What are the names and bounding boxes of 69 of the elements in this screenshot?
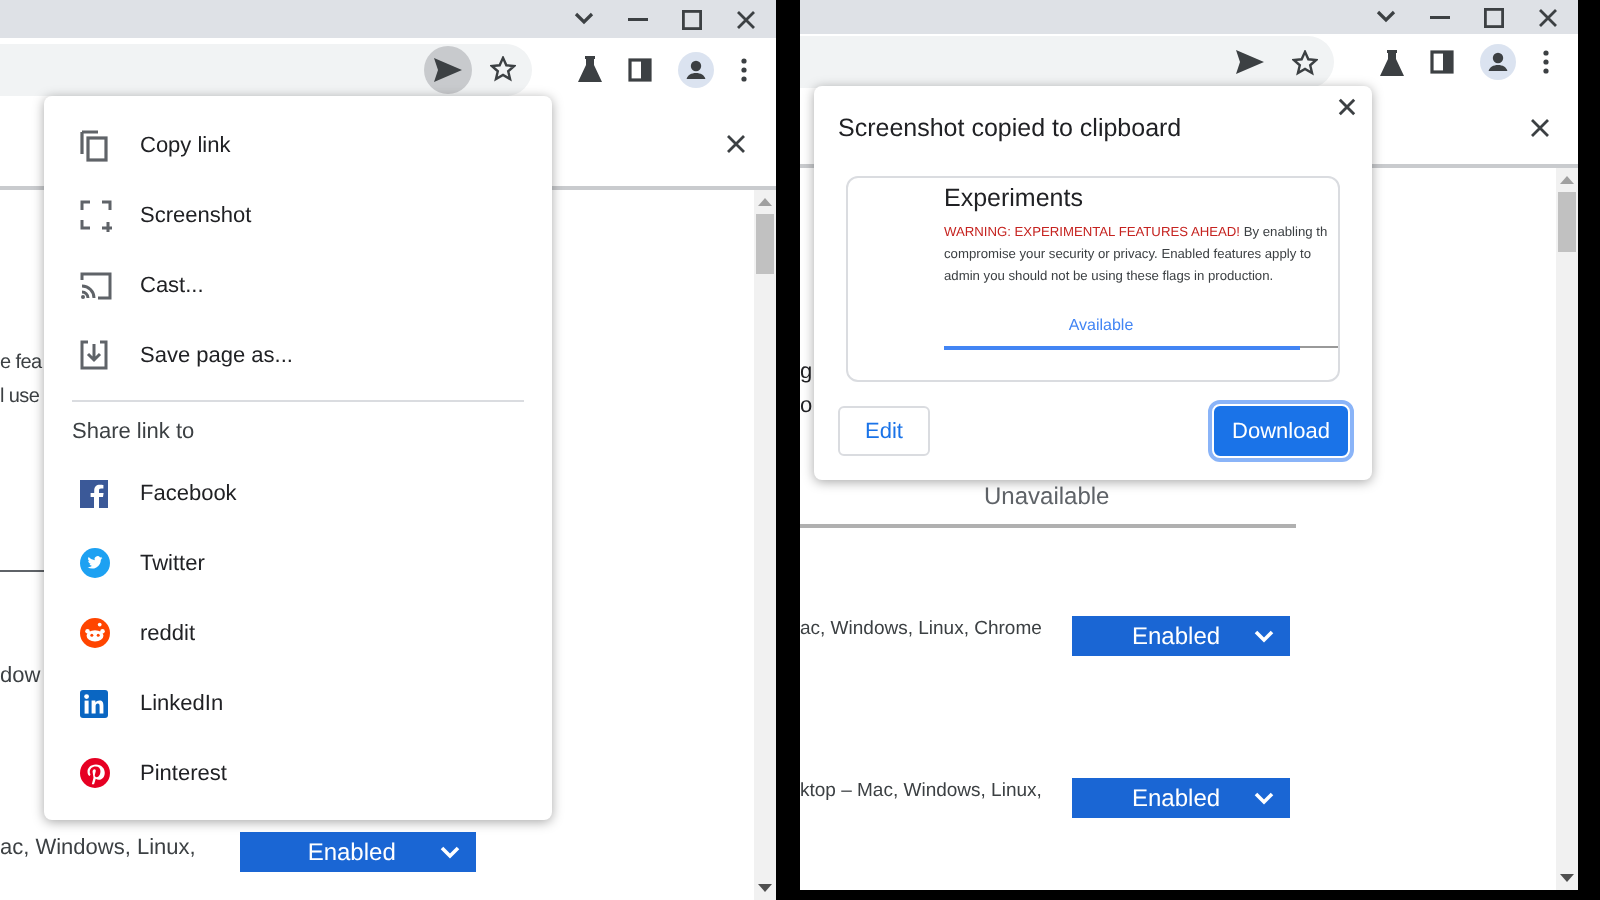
menu-item[interactable]: Twitter (44, 528, 552, 598)
menu-item[interactable]: Cast... (44, 250, 552, 320)
description-text: ac, Windows, Linux, Chrome (800, 616, 1044, 644)
menu-item[interactable]: Facebook (44, 458, 552, 528)
send-icon (1236, 50, 1264, 74)
menu-item[interactable]: Save page as... (44, 320, 552, 390)
download-button[interactable]: Download (1214, 406, 1348, 456)
flask-icon[interactable] (1380, 49, 1404, 75)
minimize-icon[interactable] (1430, 15, 1450, 19)
description-text: e fea (0, 350, 42, 378)
menu-icon[interactable] (740, 57, 748, 81)
state-dropdown[interactable]: Enabled (1072, 616, 1290, 656)
state-dropdown[interactable]: Enabled (239, 832, 476, 872)
twitter-icon (80, 548, 110, 578)
flask-icon[interactable] (578, 56, 602, 82)
scrollbar[interactable] (754, 190, 776, 900)
side-panel-icon[interactable] (1430, 50, 1454, 74)
state-dropdown[interactable]: Enabled (1072, 778, 1290, 818)
description-text: o (800, 392, 813, 422)
side-panel-icon[interactable] (628, 57, 652, 81)
description-text: g (800, 358, 813, 388)
close-icon[interactable] (736, 9, 756, 29)
chevron-down-icon (439, 845, 460, 859)
close-icon[interactable] (726, 133, 746, 153)
maximize-icon[interactable] (682, 9, 702, 29)
facebook-icon (80, 479, 108, 507)
close-icon[interactable] (1530, 117, 1550, 137)
description-text: l use (0, 384, 42, 412)
section-heading: Share link to (70, 418, 197, 448)
maximize-icon[interactable] (1484, 7, 1504, 27)
description-text: ac, Windows, Linux, (0, 834, 196, 864)
dialog-title: Screenshot copied to clipboard (838, 114, 1184, 146)
screenshot-icon (80, 199, 112, 231)
tab-label[interactable]: Unavailable (984, 482, 1110, 510)
menu-item[interactable]: Pinterest (44, 738, 552, 808)
scroll-down-icon[interactable] (758, 884, 772, 894)
menu-icon[interactable] (1542, 50, 1550, 74)
bookmark-star-icon[interactable] (490, 56, 516, 82)
scrollbar[interactable] (1556, 168, 1578, 890)
edit-button[interactable]: Edit (838, 406, 930, 456)
bookmark-star-icon[interactable] (1292, 49, 1318, 75)
menu-item[interactable]: Screenshot (44, 180, 552, 250)
pinterest-icon (80, 758, 110, 788)
send-icon (434, 57, 462, 81)
chevron-down-icon (1254, 791, 1274, 805)
chevron-down-icon (1254, 629, 1274, 643)
tab-label: Available (1068, 316, 1134, 338)
tab-search-icon[interactable] (574, 12, 594, 26)
close-icon[interactable] (1538, 7, 1558, 27)
menu-item[interactable]: reddit (44, 598, 552, 668)
description-text: dow (0, 662, 41, 692)
linkedin-icon (80, 689, 108, 717)
share-button[interactable] (424, 45, 472, 93)
profile-avatar-icon[interactable] (1480, 44, 1516, 80)
cast-icon (80, 271, 112, 299)
download-page-icon (80, 340, 108, 370)
scrollbar-thumb[interactable] (1558, 192, 1576, 252)
profile-avatar-icon[interactable] (678, 51, 714, 87)
close-icon[interactable] (1338, 98, 1356, 116)
copy-icon (80, 129, 108, 161)
scroll-down-icon[interactable] (1560, 874, 1574, 884)
tab-search-icon[interactable] (1376, 10, 1396, 24)
reddit-icon (80, 618, 110, 648)
description-text: ktop – Mac, Windows, Linux, (800, 778, 1044, 806)
scrollbar-thumb[interactable] (756, 214, 774, 274)
menu-item[interactable]: Copy link (44, 110, 552, 180)
minimize-icon[interactable] (628, 17, 648, 21)
preview-heading: Experiments (944, 184, 1085, 216)
menu-item[interactable]: LinkedIn (44, 668, 552, 738)
